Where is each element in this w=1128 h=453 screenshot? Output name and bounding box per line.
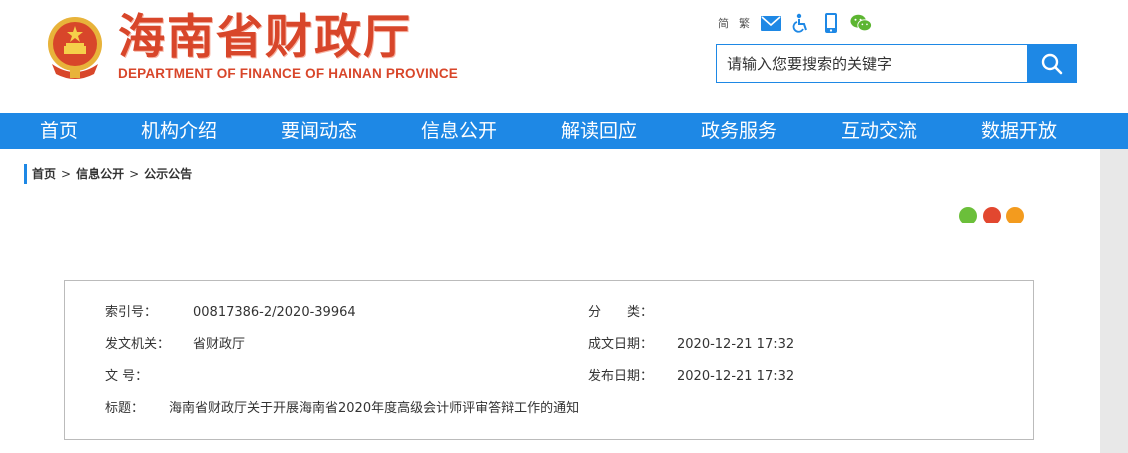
breadcrumb-disclosure[interactable]: 信息公开 [76,167,124,181]
site-header: 海南省财政厅 DEPARTMENT OF FINANCE OF HAINAN P… [0,0,1128,113]
issuer-label: 发文机关： [105,337,171,352]
published-date-label: 发布日期： [588,369,654,384]
index-value: 00817386-2/2020-39964 [193,305,356,320]
national-emblem-icon [48,17,102,79]
document-number-label: 文 号： [105,369,149,384]
breadcrumb-home[interactable]: 首页 [32,167,56,181]
title-label: 标题： [105,401,145,416]
document-info-card: 索引号： 00817386-2/2020-39964 分 类： 发文机关： 省财… [64,280,1034,440]
mail-icon[interactable] [760,12,782,34]
weibo-share-icon[interactable] [983,207,1001,223]
nav-item-disclosure[interactable]: 信息公开 [409,113,509,149]
mobile-icon[interactable] [820,12,842,34]
nav-item-news[interactable]: 要闻动态 [269,113,369,149]
breadcrumb-separator: > [129,167,140,181]
nav-item-open-data[interactable]: 数据开放 [969,113,1069,149]
simplified-link[interactable]: 简 [718,15,729,31]
wechat-icon[interactable] [850,12,872,34]
published-date-value: 2020-12-21 17:32 [677,369,795,384]
issuer-value: 省财政厅 [193,337,246,352]
nav-item-interpretation[interactable]: 解读回应 [549,113,649,149]
wechat-share-icon[interactable] [959,207,977,223]
index-label: 索引号： [105,305,158,320]
nav-item-about[interactable]: 机构介绍 [129,113,229,149]
traditional-link[interactable]: 繁 [739,15,750,31]
favorite-share-icon[interactable] [1006,207,1024,223]
search-input[interactable] [716,44,1028,83]
site-subtitle: DEPARTMENT OF FINANCE OF HAINAN PROVINCE [118,66,459,81]
created-date-value: 2020-12-21 17:32 [677,337,795,352]
top-links: 简 繁 [718,12,880,34]
nav-item-interaction[interactable]: 互动交流 [829,113,929,149]
category-label: 分 类： [588,305,654,320]
site-title: 海南省财政厅 [118,10,412,65]
breadcrumb-separator: > [61,167,72,181]
main-nav: 首页 机构介绍 要闻动态 信息公开 解读回应 政务服务 互动交流 数据开放 [0,113,1128,149]
title-value: 海南省财政厅关于开展海南省2020年度高级会计师评审答辩工作的通知 [169,401,580,416]
search-icon [1041,53,1063,74]
search-button[interactable] [1027,44,1077,83]
created-date-label: 成文日期： [588,337,654,352]
breadcrumb: 首页 > 信息公开 > 公示公告 [24,164,192,184]
scrollbar-track[interactable] [1100,149,1128,453]
accessibility-icon[interactable] [790,12,812,34]
nav-item-services[interactable]: 政务服务 [689,113,789,149]
breadcrumb-notices[interactable]: 公示公告 [144,167,192,181]
nav-item-home[interactable]: 首页 [20,113,98,149]
